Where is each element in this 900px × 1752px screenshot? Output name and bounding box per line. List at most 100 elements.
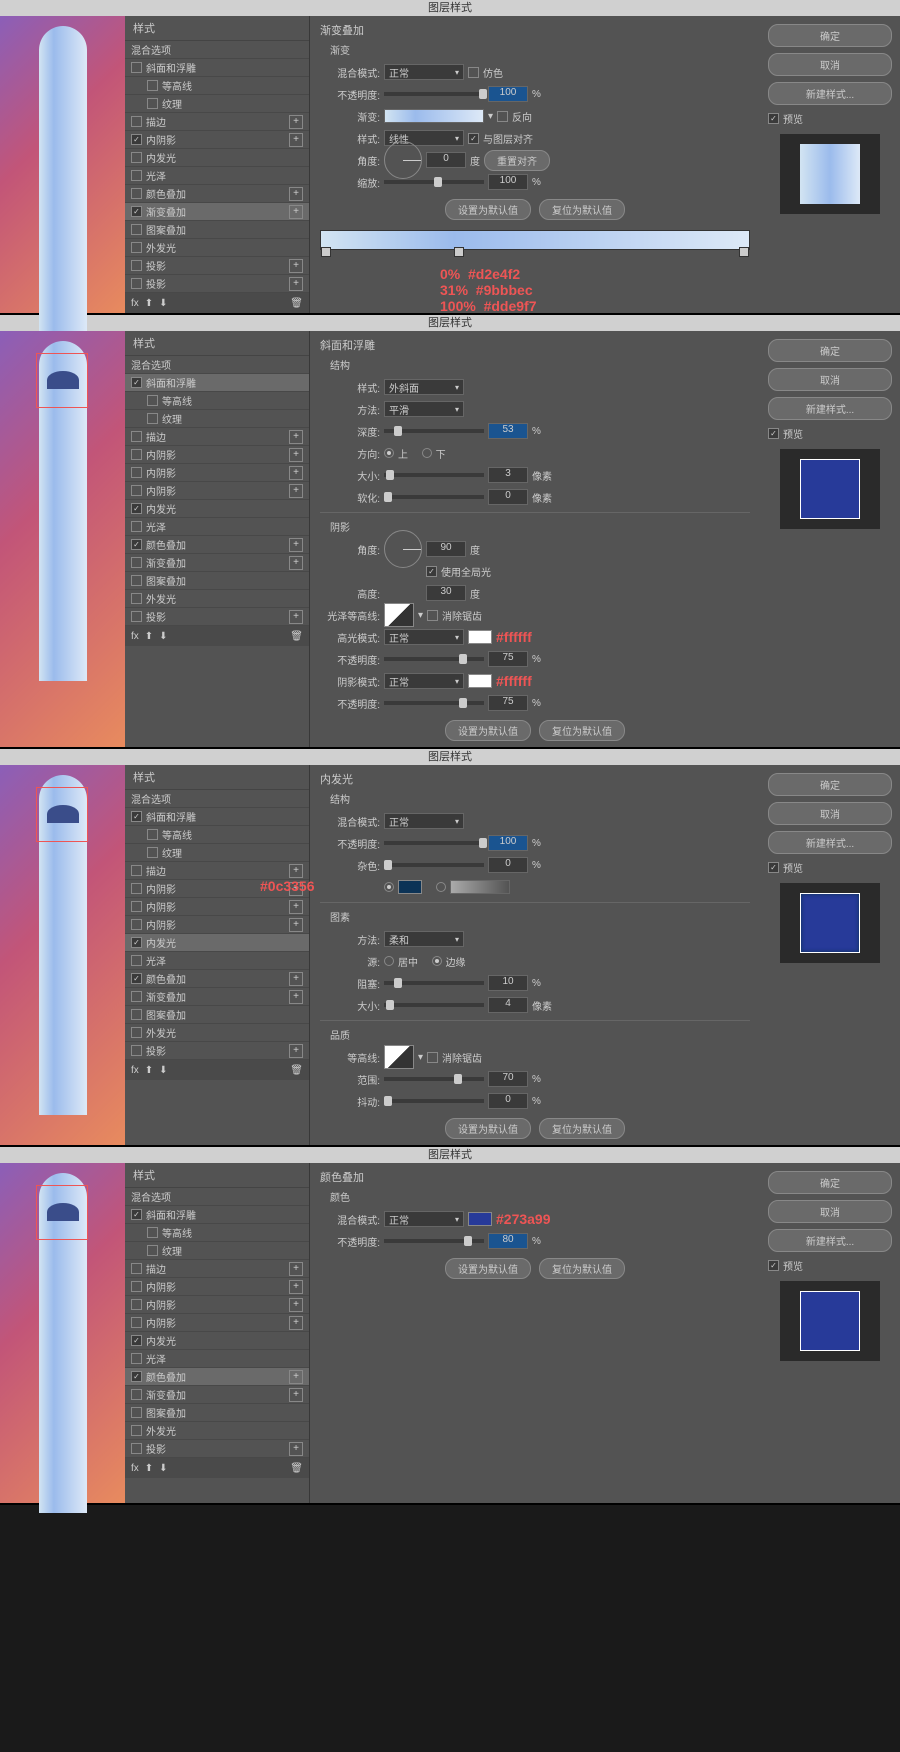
technique-dropdown[interactable]: 平滑▾ bbox=[384, 401, 464, 417]
highlight-mode-dropdown[interactable]: 正常▾ bbox=[384, 629, 464, 645]
scale-slider[interactable] bbox=[384, 180, 484, 184]
blend-mode-dropdown[interactable]: 正常▾ bbox=[384, 64, 464, 80]
layer-preview bbox=[0, 765, 125, 1145]
blend-mode-dropdown[interactable]: 正常▾ bbox=[384, 1211, 464, 1227]
style-contour[interactable]: 等高线 bbox=[125, 392, 309, 410]
angle-dial[interactable] bbox=[384, 530, 422, 568]
settings-area: 斜面和浮雕 结构 样式:外斜面▾ 方法:平滑▾ 深度:53% 方向:上 下 大小… bbox=[310, 331, 760, 747]
preview-checkbox[interactable] bbox=[768, 113, 779, 124]
style-pattern-overlay[interactable]: 图案叠加 bbox=[125, 221, 309, 239]
style-stroke[interactable]: 描边+ bbox=[125, 428, 309, 446]
new-style-button[interactable]: 新建样式... bbox=[768, 397, 892, 420]
glow-gradient[interactable] bbox=[450, 880, 510, 894]
antialias-checkbox[interactable] bbox=[427, 610, 438, 621]
down-icon[interactable]: ⬇ bbox=[159, 298, 167, 309]
style-pattern-overlay[interactable]: 图案叠加 bbox=[125, 572, 309, 590]
dither-checkbox[interactable] bbox=[468, 67, 479, 78]
gradient-editor[interactable] bbox=[320, 230, 750, 250]
gradient-picker[interactable] bbox=[384, 109, 484, 123]
source-center-radio[interactable] bbox=[384, 956, 394, 966]
style-color-overlay[interactable]: 颜色叠加+ bbox=[125, 185, 309, 203]
scale-input[interactable]: 100 bbox=[488, 174, 528, 190]
cancel-button[interactable]: 取消 bbox=[768, 53, 892, 76]
global-light-checkbox[interactable] bbox=[426, 566, 437, 577]
section-title: 渐变叠加 bbox=[320, 22, 750, 38]
soften-slider[interactable] bbox=[384, 495, 484, 499]
blend-options[interactable]: 混合选项 bbox=[125, 356, 309, 374]
opacity-input[interactable]: 100 bbox=[488, 86, 528, 102]
bevel-style-dropdown[interactable]: 外斜面▾ bbox=[384, 379, 464, 395]
overlay-color[interactable] bbox=[468, 1212, 492, 1226]
layer-style-panel-3: 图层样式 样式 混合选项 斜面和浮雕 等高线 纹理 描边+ 内阴影+ 内阴影+ … bbox=[0, 749, 900, 1147]
shadow-mode-dropdown[interactable]: 正常▾ bbox=[384, 673, 464, 689]
styles-list: 样式 混合选项 斜面和浮雕 等高线 纹理 描边+ 内阴影+ 内发光 光泽 颜色叠… bbox=[125, 16, 310, 313]
shadow-color[interactable] bbox=[468, 674, 492, 688]
style-drop-shadow[interactable]: 投影+ bbox=[125, 257, 309, 275]
opacity-slider[interactable] bbox=[384, 92, 484, 96]
add-icon[interactable]: + bbox=[289, 259, 303, 273]
style-outer-glow[interactable]: 外发光 bbox=[125, 590, 309, 608]
solid-color-radio[interactable] bbox=[384, 882, 394, 892]
style-inner-glow[interactable]: 内发光 bbox=[125, 149, 309, 167]
align-checkbox[interactable] bbox=[468, 133, 479, 144]
blend-mode-dropdown[interactable]: 正常▾ bbox=[384, 813, 464, 829]
fx-icon[interactable]: fx bbox=[131, 298, 139, 309]
dir-down-radio[interactable] bbox=[422, 448, 432, 458]
gradient-radio[interactable] bbox=[436, 882, 446, 892]
style-drop-shadow2[interactable]: 投影+ bbox=[125, 275, 309, 293]
style-inner-shadow[interactable]: 内阴影+ bbox=[125, 131, 309, 149]
style-inner-glow[interactable]: 内发光 bbox=[125, 934, 309, 952]
dir-up-radio[interactable] bbox=[384, 448, 394, 458]
style-contour[interactable]: 等高线 bbox=[125, 77, 309, 95]
reverse-checkbox[interactable] bbox=[497, 111, 508, 122]
right-panel: 确定 取消 新建样式... 预览 bbox=[760, 16, 900, 313]
reset-align-button[interactable]: 重置对齐 bbox=[484, 150, 550, 171]
style-outer-glow[interactable]: 外发光 bbox=[125, 239, 309, 257]
add-icon[interactable]: + bbox=[289, 277, 303, 291]
layer-preview bbox=[0, 331, 125, 747]
style-bevel[interactable]: 斜面和浮雕 bbox=[125, 59, 309, 77]
highlight-color[interactable] bbox=[468, 630, 492, 644]
selection-box bbox=[36, 353, 88, 408]
add-icon[interactable]: + bbox=[289, 187, 303, 201]
new-style-button[interactable]: 新建样式... bbox=[768, 82, 892, 105]
style-stroke[interactable]: 描边+ bbox=[125, 113, 309, 131]
style-bevel[interactable]: 斜面和浮雕 bbox=[125, 374, 309, 392]
size-slider[interactable] bbox=[384, 473, 484, 477]
ok-button[interactable]: 确定 bbox=[768, 24, 892, 47]
style-texture[interactable]: 纹理 bbox=[125, 410, 309, 428]
style-inner-shadow[interactable]: 内阴影+ bbox=[125, 446, 309, 464]
up-icon[interactable]: ⬆ bbox=[145, 298, 153, 309]
blend-options[interactable]: 混合选项 bbox=[125, 41, 309, 59]
layer-preview bbox=[0, 1163, 125, 1503]
ok-button[interactable]: 确定 bbox=[768, 339, 892, 362]
add-icon[interactable]: + bbox=[289, 205, 303, 219]
style-inner-shadow3[interactable]: 内阴影+ bbox=[125, 482, 309, 500]
layer-preview bbox=[0, 16, 125, 313]
style-satin[interactable]: 光泽 bbox=[125, 518, 309, 536]
glow-color[interactable] bbox=[398, 880, 422, 894]
trash-icon[interactable]: 🗑 bbox=[290, 298, 303, 309]
reset-default-button[interactable]: 复位为默认值 bbox=[539, 199, 625, 220]
style-inner-glow[interactable]: 内发光 bbox=[125, 500, 309, 518]
style-grad-overlay[interactable]: 渐变叠加+ bbox=[125, 203, 309, 221]
angle-input[interactable]: 0 bbox=[426, 152, 466, 168]
set-default-button[interactable]: 设置为默认值 bbox=[445, 199, 531, 220]
style-inner-shadow2[interactable]: 内阴影+ bbox=[125, 464, 309, 482]
style-satin[interactable]: 光泽 bbox=[125, 167, 309, 185]
angle-dial[interactable] bbox=[384, 141, 422, 179]
contour-picker[interactable] bbox=[384, 603, 414, 627]
contour-picker[interactable] bbox=[384, 1045, 414, 1069]
fx-bar: fx ⬆ ⬇ 🗑 bbox=[125, 293, 309, 313]
style-drop-shadow[interactable]: 投影+ bbox=[125, 608, 309, 626]
settings-area: 渐变叠加 渐变 混合模式:正常▾仿色 不透明度:100% 渐变:▾反向 样式:线… bbox=[310, 16, 760, 313]
style-color-overlay[interactable]: 颜色叠加+ bbox=[125, 1368, 309, 1386]
style-texture[interactable]: 纹理 bbox=[125, 95, 309, 113]
add-icon[interactable]: + bbox=[289, 115, 303, 129]
depth-slider[interactable] bbox=[384, 429, 484, 433]
cancel-button[interactable]: 取消 bbox=[768, 368, 892, 391]
style-grad-overlay[interactable]: 渐变叠加+ bbox=[125, 554, 309, 572]
add-icon[interactable]: + bbox=[289, 133, 303, 147]
style-color-overlay[interactable]: 颜色叠加+ bbox=[125, 536, 309, 554]
source-edge-radio[interactable] bbox=[432, 956, 442, 966]
